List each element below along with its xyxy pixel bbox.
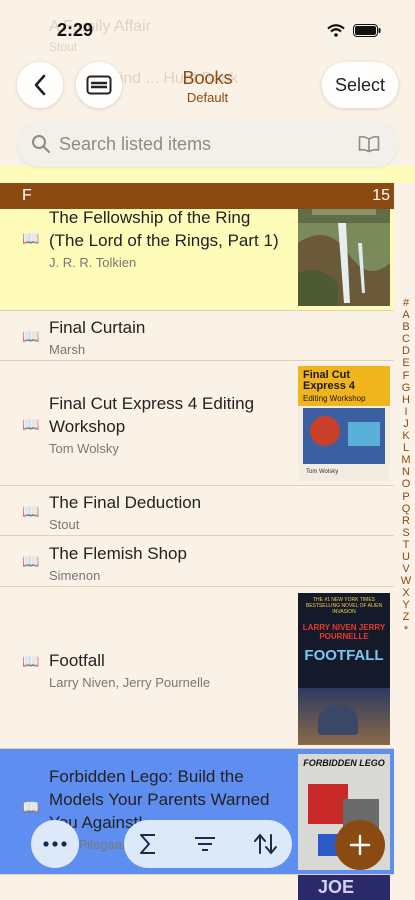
alphabet-index-letter[interactable]: A	[398, 309, 414, 321]
book-title: The Final Deduction	[49, 493, 202, 512]
alphabet-index-letter[interactable]: U	[398, 551, 414, 563]
book-icon: 📖	[22, 503, 40, 519]
alphabet-index-letter[interactable]: L	[398, 442, 414, 454]
book-open-icon[interactable]	[358, 135, 380, 153]
list-item[interactable]: 📖 Final Curtain Marsh	[0, 311, 394, 361]
alphabet-index-letter[interactable]: S	[398, 527, 414, 539]
alphabet-index-letter[interactable]: T	[398, 539, 414, 551]
cover-title: Final Cut Express 4	[303, 369, 355, 392]
alphabet-index-letter[interactable]: J	[398, 418, 414, 430]
search-input[interactable]: Search listed items	[17, 121, 398, 167]
book-author: Stout	[49, 517, 80, 532]
alphabet-index-letter[interactable]: C	[398, 333, 414, 345]
alphabet-index-letter[interactable]: F	[398, 370, 414, 382]
alphabet-index-letter[interactable]: W	[398, 575, 414, 587]
list-item[interactable]: 📖 The Flemish Shop Simenon	[0, 536, 394, 587]
cover-authors: LARRY NIVEN JERRY POURNELLE	[302, 623, 386, 641]
book-icon: 📖	[22, 328, 40, 344]
book-icon: 📖	[22, 799, 40, 815]
filter-icon[interactable]	[194, 836, 216, 852]
cover-title: FOOTFALL	[304, 647, 384, 664]
sum-icon[interactable]	[138, 833, 158, 855]
alphabet-index-letter[interactable]: N	[398, 466, 414, 478]
book-title: The Fellowship of the Ring (The Lord of …	[49, 208, 279, 250]
cover-author: Tom Wolsky	[306, 469, 339, 475]
search-icon	[32, 135, 51, 154]
book-cover: JOE	[298, 875, 390, 900]
alphabet-index-letter[interactable]: I	[398, 406, 414, 418]
alphabet-index-letter[interactable]: O	[398, 478, 414, 490]
select-button[interactable]: Select	[322, 62, 398, 108]
cover-subtitle: Editing Workshop	[303, 394, 366, 403]
battery-icon	[353, 24, 381, 37]
add-button[interactable]	[335, 820, 385, 870]
alphabet-index-letter[interactable]: B	[398, 321, 414, 333]
list-item-text: The Final Deduction Stout	[49, 491, 289, 532]
book-cover: Final Cut Express 4 Editing Workshop Tom…	[298, 366, 390, 481]
alphabet-index-letter[interactable]: X	[398, 587, 414, 599]
status-icons	[327, 24, 381, 37]
book-title: The Flemish Shop	[49, 544, 187, 563]
alphabet-index-letter[interactable]: Q	[398, 503, 414, 515]
cover-title: JOE	[318, 877, 355, 897]
alphabet-index-letter[interactable]: P	[398, 491, 414, 503]
book-cover: THE #1 NEW YORK TIMES BESTSELLING NOVEL …	[298, 593, 390, 745]
alphabet-index-letter[interactable]: #	[398, 297, 414, 309]
alphabet-index-letter[interactable]: V	[398, 563, 414, 575]
book-icon: 📖	[22, 416, 40, 432]
section-count: 15	[372, 187, 390, 204]
alphabet-index-letter[interactable]: Z	[398, 611, 414, 623]
book-icon: 📖	[22, 653, 40, 669]
list-item-text: The Fellowship of the Ring (The Lord of …	[49, 206, 289, 270]
plus-icon	[349, 834, 371, 856]
sort-icon[interactable]	[254, 833, 278, 855]
list-item-text: Final Cut Express 4 Editing Workshop Tom…	[49, 392, 289, 456]
book-icon: 📖	[22, 230, 40, 246]
wifi-icon	[327, 24, 345, 37]
book-icon: 📖	[22, 553, 40, 569]
book-title: Final Cut Express 4 Editing Workshop	[49, 394, 255, 436]
book-title: Final Curtain	[49, 318, 146, 337]
cover-tagline: THE #1 NEW YORK TIMES BESTSELLING NOVEL …	[305, 597, 383, 615]
toolbar-group	[124, 820, 292, 868]
list-item[interactable]: 📖 The Final Deduction Stout	[0, 486, 394, 536]
alphabet-index-letter[interactable]: H	[398, 394, 414, 406]
alphabet-index[interactable]: # A B C D E F G H I J K L M N O P Q R S T U V W X Y Z *	[398, 297, 414, 636]
alphabet-index-letter[interactable]: G	[398, 382, 414, 394]
book-title: Footfall	[49, 651, 105, 670]
more-button[interactable]	[31, 820, 79, 868]
book-author: Tom Wolsky	[49, 441, 119, 456]
book-author: J. R. R. Tolkien	[49, 255, 137, 270]
status-bar: 2:29	[0, 0, 415, 60]
list-item-text: Footfall Larry Niven, Jerry Pournelle	[49, 649, 289, 690]
ellipsis-icon	[43, 841, 67, 847]
alphabet-index-letter[interactable]: R	[398, 515, 414, 527]
book-author: Simenon	[49, 568, 101, 583]
alphabet-index-letter[interactable]: E	[398, 357, 414, 369]
alphabet-index-letter[interactable]: K	[398, 430, 414, 442]
status-time: 2:29	[57, 20, 94, 40]
list-item-text: Final Curtain Marsh	[49, 316, 289, 357]
book-author: Larry Niven, Jerry Pournelle	[49, 675, 211, 690]
section-header: F 15	[0, 183, 394, 209]
alphabet-index-letter[interactable]: *	[398, 624, 414, 636]
alphabet-index-letter[interactable]: M	[398, 454, 414, 466]
cover-title: FORBIDDEN LEGO	[303, 758, 385, 768]
book-author: Marsh	[49, 342, 86, 357]
alphabet-index-letter[interactable]: D	[398, 345, 414, 357]
section-letter: F	[22, 187, 32, 204]
list-item[interactable]: 📖 Final Cut Express 4 Editing Workshop T…	[0, 361, 394, 486]
search-placeholder: Search listed items	[59, 134, 212, 154]
alphabet-index-letter[interactable]: Y	[398, 599, 414, 611]
list-item-text: The Flemish Shop Simenon	[49, 542, 289, 583]
list-item[interactable]: 📖 Footfall Larry Niven, Jerry Pournelle …	[0, 587, 394, 749]
